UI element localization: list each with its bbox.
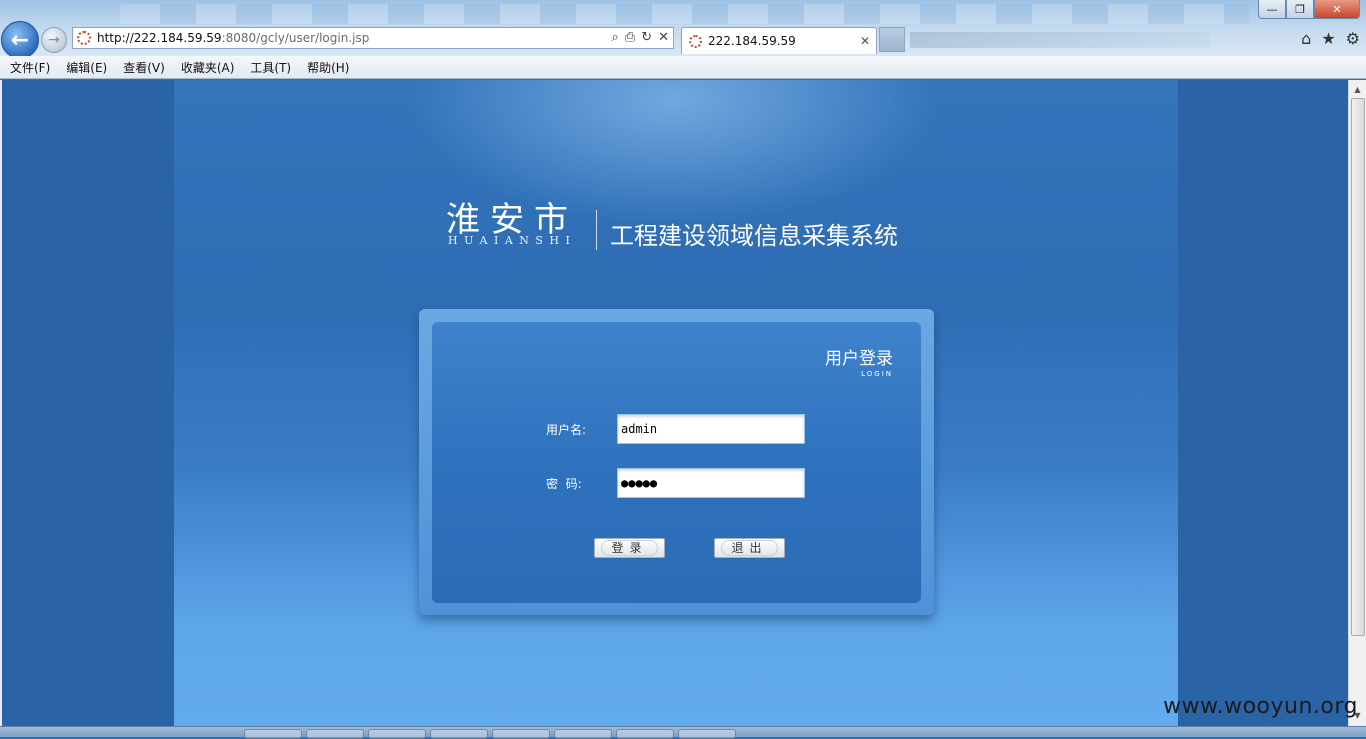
blurred-background-strip [120,4,1250,24]
minimize-button[interactable]: — [1258,0,1286,19]
password-label: 密 码: [546,477,582,491]
username-label: 用户名: [546,423,587,437]
browser-titlebar: — ❐ ✕ ← → http://222.184.59.59:8080/gcly… [0,0,1366,59]
site-logo: 淮安市 HUAIANSHI 工程建设领域信息采集系统 [446,192,898,250]
compatibility-view-icon[interactable]: ⎙ [625,30,635,45]
url-host: http://222.184.59.59 [97,31,222,45]
city-pinyin: HUAIANSHI [448,234,577,247]
menu-favorites[interactable]: 收藏夹(A) [181,59,235,76]
login-title-en: LOGIN [861,370,893,378]
menu-tools[interactable]: 工具(T) [250,59,291,76]
arrow-right-icon: → [48,32,60,48]
tab-title: 222.184.59.59 [708,34,796,48]
taskbar-item[interactable] [368,729,426,739]
address-url[interactable]: http://222.184.59.59:8080/gcly/user/logi… [97,31,369,45]
loading-tab-icon [689,34,702,48]
login-button[interactable]: 登录 [594,538,665,558]
address-bar[interactable]: http://222.184.59.59:8080/gcly/user/logi… [72,27,674,49]
menu-view[interactable]: 查看(V) [123,59,165,76]
url-path: :8080/gcly/user/login.jsp [221,31,370,45]
login-panel-inner: 用户登录 LOGIN 用户名: admin 密 码: ●●●●● 登录 退出 [432,322,921,603]
menu-edit[interactable]: 编辑(E) [66,59,107,76]
taskbar-item[interactable] [616,729,674,739]
stop-icon[interactable]: ✕ [658,30,669,45]
taskbar-item[interactable] [554,729,612,739]
login-heading: 用户登录 LOGIN [825,344,893,378]
taskbar-item[interactable] [244,729,302,739]
password-input[interactable]: ●●●●● [617,468,805,498]
favorites-star-icon[interactable]: ★ [1321,29,1335,48]
page-viewport: 淮安市 HUAIANSHI 工程建设领域信息采集系统 用户登录 LOGIN 用户… [0,80,1348,726]
logo-divider [596,210,597,250]
forward-button[interactable]: → [41,27,67,53]
taskbar-item[interactable] [306,729,364,739]
refresh-icon[interactable]: ↻ [641,30,652,45]
scroll-up-arrow-icon[interactable]: ▲ [1349,82,1366,98]
exit-button[interactable]: 退出 [714,538,785,558]
taskbar-item[interactable] [678,729,736,739]
scrollbar-thumb[interactable] [1351,98,1365,636]
login-page-background: 淮安市 HUAIANSHI 工程建设领域信息采集系统 用户登录 LOGIN 用户… [174,80,1178,726]
close-window-button[interactable]: ✕ [1314,0,1360,19]
taskbar-item[interactable] [430,729,488,739]
login-panel: 用户登录 LOGIN 用户名: admin 密 码: ●●●●● 登录 退出 [419,309,934,615]
loading-page-icon [77,31,91,45]
menu-bar: 文件(F) 编辑(E) 查看(V) 收藏夹(A) 工具(T) 帮助(H) [0,56,1366,79]
taskbar-item[interactable] [492,729,550,739]
address-tools: ⌕ ⎙ ↻ ✕ [612,30,670,45]
tab-close-icon[interactable]: ✕ [860,34,870,48]
blurred-tab-area [910,32,1210,48]
tab-active[interactable]: 222.184.59.59 ✕ [681,27,877,54]
watermark-text: www.wooyun.org [1163,694,1358,719]
browser-right-icons: ⌂ ★ ⚙ [1301,29,1360,48]
new-tab-button[interactable] [879,27,905,52]
menu-file[interactable]: 文件(F) [10,59,50,76]
arrow-left-icon: ← [10,27,30,53]
window-controls: — ❐ ✕ [1258,0,1360,19]
vertical-scrollbar[interactable]: ▲ ▼ [1348,80,1366,726]
search-icon[interactable]: ⌕ [612,30,619,45]
login-title-cn: 用户登录 [825,349,893,369]
system-title: 工程建设领域信息采集系统 [610,222,898,250]
back-button[interactable]: ← [1,21,39,59]
username-input[interactable]: admin [617,414,805,444]
menu-help[interactable]: 帮助(H) [307,59,349,76]
windows-taskbar [0,726,1366,739]
home-icon[interactable]: ⌂ [1301,29,1311,48]
restore-button[interactable]: ❐ [1286,0,1314,19]
gear-icon[interactable]: ⚙ [1346,29,1360,48]
